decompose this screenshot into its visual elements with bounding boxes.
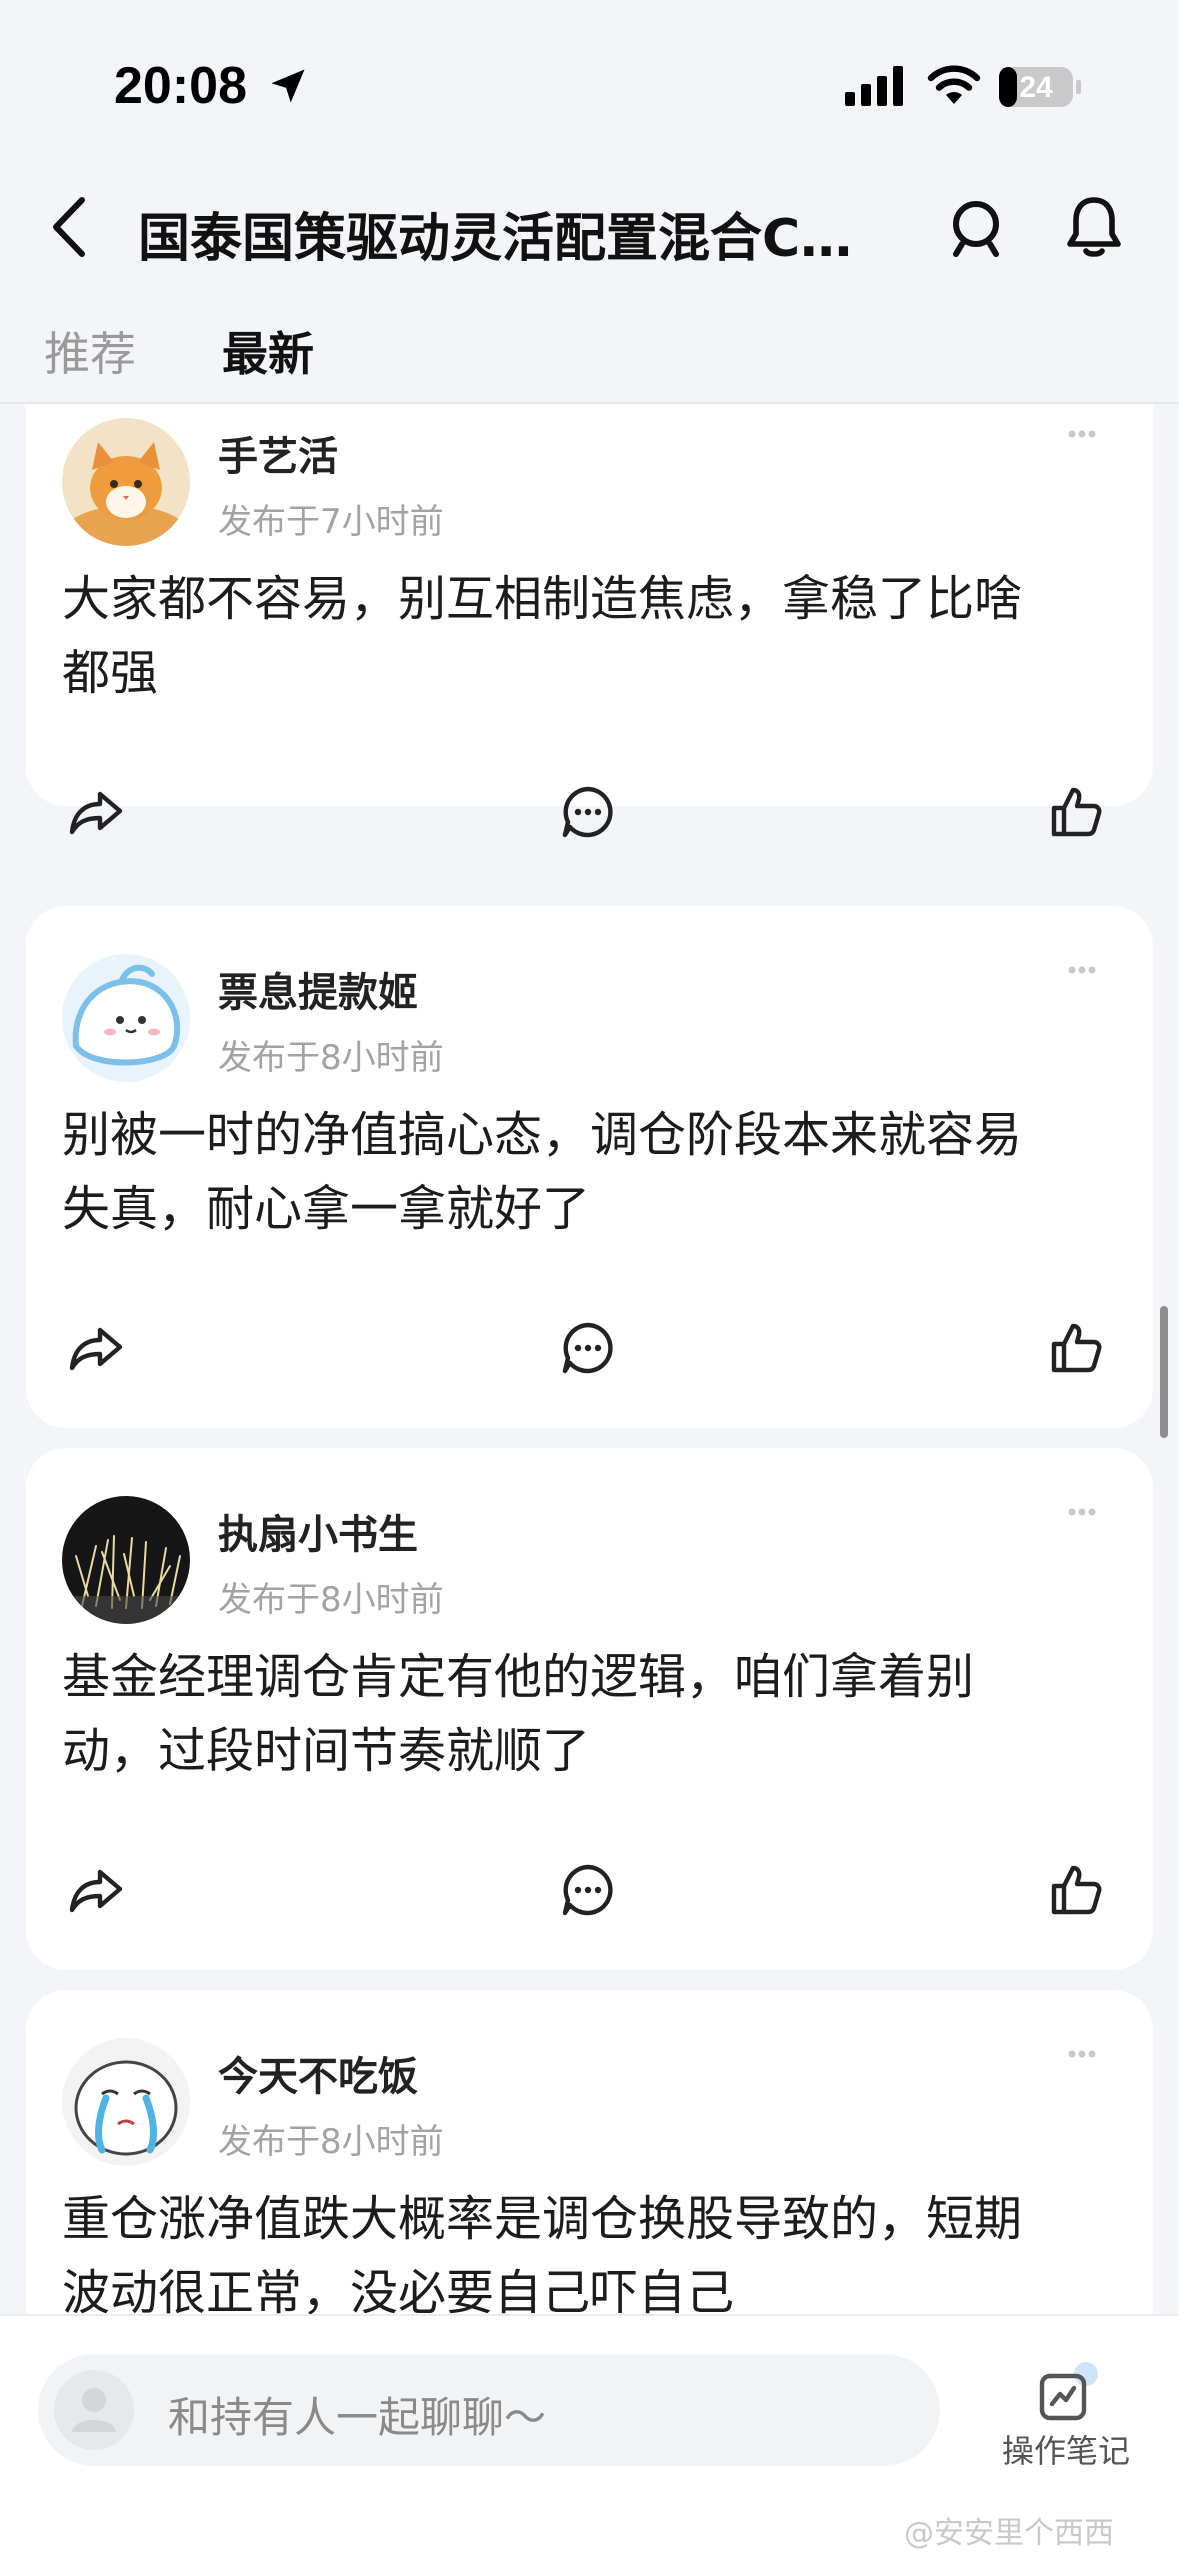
more-icon[interactable]: [1067, 964, 1097, 976]
post-content-line: 别被一时的净值搞心态，调仓阶段本来就容易: [62, 1107, 1023, 1163]
chat-input[interactable]: 和持有人一起聊聊～: [38, 2354, 940, 2466]
avatar[interactable]: [62, 1496, 190, 1624]
share-icon[interactable]: [66, 782, 126, 842]
author-name[interactable]: 手艺活: [218, 424, 338, 482]
signal-icon: [845, 66, 903, 106]
avatar[interactable]: [62, 954, 190, 1082]
post-content-line: 重仓涨净值跌大概率是调仓换股导致的，短期: [62, 2191, 1023, 2247]
post-card[interactable]: 手艺活 发布于7小时前 大家都不容易，别互相制造焦虑，拿稳了比啥 都强: [26, 404, 1153, 838]
wifi-icon: [927, 65, 981, 104]
post-time: 发布于8小时前: [218, 1580, 444, 1620]
like-icon[interactable]: [1046, 1318, 1106, 1378]
like-icon[interactable]: [1046, 782, 1106, 842]
avatar[interactable]: [62, 418, 190, 546]
post-feed: 手艺活 发布于7小时前 大家都不容易，别互相制造焦虑，拿稳了比啥 都强 票息提款…: [0, 404, 1179, 2314]
post-content-line: 失真，耐心拿一拿就好了: [62, 1181, 591, 1237]
status-time: 20:08: [114, 57, 247, 115]
tab-latest[interactable]: 最新: [222, 318, 314, 384]
post-content-line: 都强: [62, 645, 159, 701]
tab-recommended[interactable]: 推荐: [44, 318, 136, 384]
post-card[interactable]: 票息提款姬 发布于8小时前 别被一时的净值搞心态，调仓阶段本来就容易 失真，耐心…: [26, 906, 1153, 1428]
battery-icon: 24: [998, 66, 1082, 108]
avatar: [54, 2370, 134, 2450]
like-icon[interactable]: [1046, 1860, 1106, 1920]
share-icon[interactable]: [66, 1860, 126, 1920]
bell-icon[interactable]: [1062, 194, 1126, 260]
scrollbar[interactable]: [1160, 1306, 1168, 1438]
tab-bar: 推荐 最新: [0, 300, 1179, 404]
more-icon[interactable]: [1067, 428, 1097, 440]
post-content: 大家都不容易，别互相制造焦虑，拿稳了比啥 都强: [62, 562, 1122, 710]
location-arrow-icon: [271, 69, 305, 103]
bottom-bar: 和持有人一起聊聊～ 操作笔记 @安安里个西西: [0, 2314, 1179, 2556]
comment-icon[interactable]: [558, 1860, 618, 1920]
page-title: 国泰国策驱动灵活配置混合C…: [138, 209, 853, 269]
post-card[interactable]: 今天不吃饭 发布于8小时前 重仓涨净值跌大概率是调仓换股导致的，短期 波动很正常…: [26, 1990, 1153, 2314]
comment-icon[interactable]: [558, 1318, 618, 1378]
chat-placeholder: 和持有人一起聊聊～: [168, 2393, 547, 2442]
post-time: 发布于8小时前: [218, 2122, 444, 2162]
post-content-line: 基金经理调仓肯定有他的逻辑，咱们拿着别: [62, 1649, 975, 1705]
author-name[interactable]: 执扇小书生: [218, 1502, 418, 1560]
nav-header: 国泰国策驱动灵活配置混合C…: [0, 160, 1179, 290]
comment-icon[interactable]: [558, 782, 618, 842]
watermark: @安安里个西西: [904, 2516, 1114, 2551]
share-icon[interactable]: [66, 1318, 126, 1378]
post-time: 发布于8小时前: [218, 1038, 444, 1078]
back-icon[interactable]: [44, 194, 94, 260]
post-card[interactable]: 执扇小书生 发布于8小时前 基金经理调仓肯定有他的逻辑，咱们拿着别 动，过段时间…: [26, 1448, 1153, 1970]
post-content-line: 大家都不容易，别互相制造焦虑，拿稳了比啥: [62, 571, 1023, 627]
more-icon[interactable]: [1067, 1506, 1097, 1518]
status-bar: 20:08 24: [0, 0, 1179, 160]
post-content-line: 动，过段时间节奏就顺了: [62, 1723, 591, 1779]
post-content: 重仓涨净值跌大概率是调仓换股导致的，短期 波动很正常，没必要自己吓自己: [62, 2182, 1122, 2314]
note-icon[interactable]: [1032, 2360, 1102, 2430]
battery-level: 24: [1019, 71, 1053, 104]
author-name[interactable]: 票息提款姬: [218, 960, 418, 1018]
post-content: 别被一时的净值搞心态，调仓阶段本来就容易 失真，耐心拿一拿就好了: [62, 1098, 1122, 1246]
search-icon[interactable]: [944, 196, 1008, 260]
avatar[interactable]: [62, 2038, 190, 2166]
post-time: 发布于7小时前: [218, 502, 444, 542]
more-icon[interactable]: [1067, 2048, 1097, 2060]
post-content: 基金经理调仓肯定有他的逻辑，咱们拿着别 动，过段时间节奏就顺了: [62, 1640, 1122, 1788]
note-label[interactable]: 操作笔记: [1002, 2426, 1130, 2472]
author-name[interactable]: 今天不吃饭: [218, 2044, 418, 2102]
post-content-line: 波动很正常，没必要自己吓自己: [62, 2265, 735, 2314]
